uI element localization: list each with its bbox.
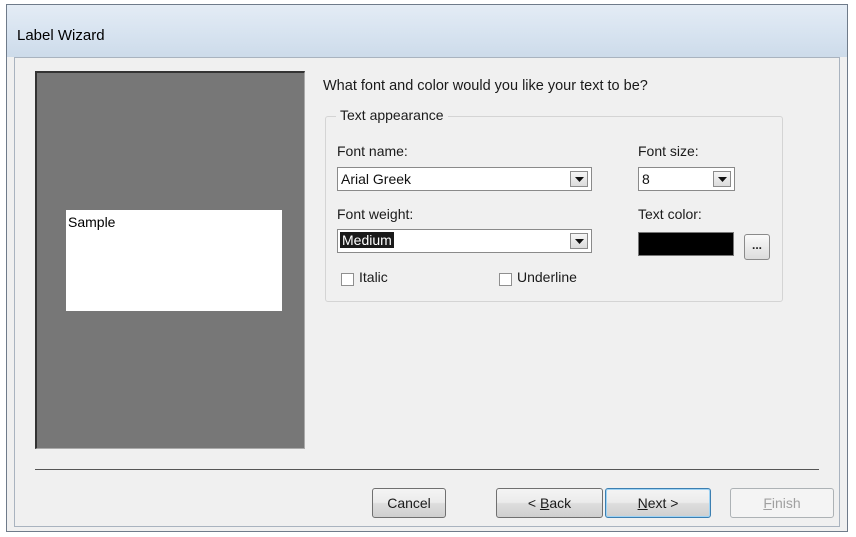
font-name-label: Font name: [337,143,408,159]
window-title: Label Wizard [17,27,105,44]
font-size-label: Font size: [638,143,699,159]
text-color-swatch[interactable] [638,232,734,256]
group-legend: Text appearance [336,107,448,123]
preview-panel: Sample [35,71,305,449]
font-size-combo[interactable]: 8 [638,167,735,191]
font-name-combo[interactable]: Arial Greek [337,167,592,191]
italic-checkbox[interactable] [341,273,354,286]
back-prefix: < [527,495,540,511]
wizard-question: What font and color would you like your … [323,78,648,94]
sample-text: Sample [68,214,116,230]
next-button[interactable]: Next > [605,488,711,518]
finish-button: Finish [730,488,834,518]
sample-preview-box: Sample [66,210,282,311]
button-separator [35,469,819,470]
font-weight-combo[interactable]: Medium [337,229,592,253]
italic-label[interactable]: Italic [359,269,388,285]
back-button[interactable]: < Back [496,488,603,518]
underline-label[interactable]: Underline [517,269,577,285]
wizard-content: Sample What font and color would you lik… [14,57,840,527]
finish-rest: inish [771,495,801,511]
underline-checkbox[interactable] [499,273,512,286]
color-picker-button[interactable]: ... [744,234,770,260]
title-bar[interactable]: Label Wizard [7,5,847,57]
chevron-down-icon[interactable] [713,171,731,187]
label-wizard-window: Label Wizard Sample What font and color … [6,4,848,532]
font-size-value: 8 [642,171,650,187]
font-weight-label: Font weight: [337,206,414,222]
font-name-value: Arial Greek [341,171,412,187]
font-weight-value: Medium [340,232,394,248]
next-mnemonic: N [637,495,648,511]
back-mnemonic: B [539,495,550,511]
cancel-button[interactable]: Cancel [372,488,446,518]
chevron-down-icon[interactable] [570,171,588,187]
chevron-down-icon[interactable] [570,233,588,249]
finish-mnemonic: F [763,495,772,511]
back-rest: ack [549,495,572,511]
text-color-label: Text color: [638,206,702,222]
next-rest: ext > [647,495,679,511]
